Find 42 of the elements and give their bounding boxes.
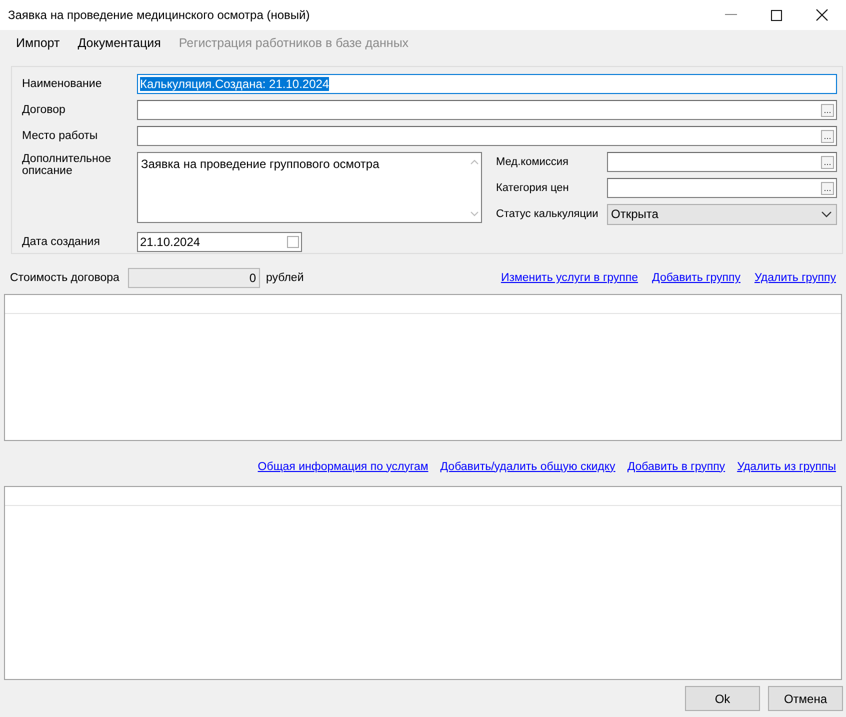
dialog-button[interactable]: Ok [685,686,760,711]
field-label: Место работы [22,130,99,142]
field-label: Дополнительное описание [22,152,112,179]
link[interactable]: Добавить в группу [627,460,726,472]
lookup-button[interactable]: ... [821,104,834,116]
lookup-field[interactable]: ... [607,152,837,172]
link[interactable]: Удалить из группы [737,460,836,472]
field-label: Категория цен [496,182,570,194]
text-field[interactable]: Калькуляция.Создана: 21.10.2024 [137,74,837,94]
close-icon[interactable] [816,9,828,21]
link[interactable]: Общая информация по услугам [258,460,428,472]
cost-label: Стоимость договора [10,272,120,284]
minimize-icon[interactable] [725,14,737,16]
status-dropdown[interactable]: Открыта [607,204,837,224]
menu-item[interactable]: Документация [78,36,161,50]
link[interactable]: Добавить/удалить общую скидку [440,460,616,472]
maximize-icon[interactable] [771,10,782,20]
field-label: Дата создания [22,236,101,248]
checkbox[interactable] [287,236,299,248]
field-label: Статус калькуляции [496,208,600,220]
chevron-down-icon [821,210,832,218]
scroll-up-icon[interactable] [470,159,478,165]
scroll-down-icon[interactable] [470,211,478,217]
lookup-button[interactable]: ... [821,130,834,142]
lookup-field[interactable]: ... [137,100,837,120]
date-field[interactable]: 21.10.2024 [137,232,302,252]
field-label: Договор [22,104,66,116]
description-field[interactable]: Заявка на проведение группового осмотра [137,152,482,223]
link[interactable]: Удалить группу [754,272,836,284]
dialog-button[interactable]: Отмена [768,686,843,711]
field-label: Мед.комиссия [496,156,570,168]
lookup-field[interactable]: ... [607,178,837,198]
lookup-button[interactable]: ... [821,182,834,194]
link[interactable]: Изменить услуги в группе [500,272,638,284]
lookup-field[interactable]: ... [137,126,837,146]
cost-field: 0 [128,268,260,288]
currency-label: рублей [266,272,304,284]
menu-item[interactable]: Импорт [16,36,60,50]
lookup-button[interactable]: ... [821,156,834,168]
link[interactable]: Добавить группу [652,272,740,284]
window-title: Заявка на проведение медицинского осмотра (новый) [8,8,310,22]
field-label: Наименование [22,78,103,90]
